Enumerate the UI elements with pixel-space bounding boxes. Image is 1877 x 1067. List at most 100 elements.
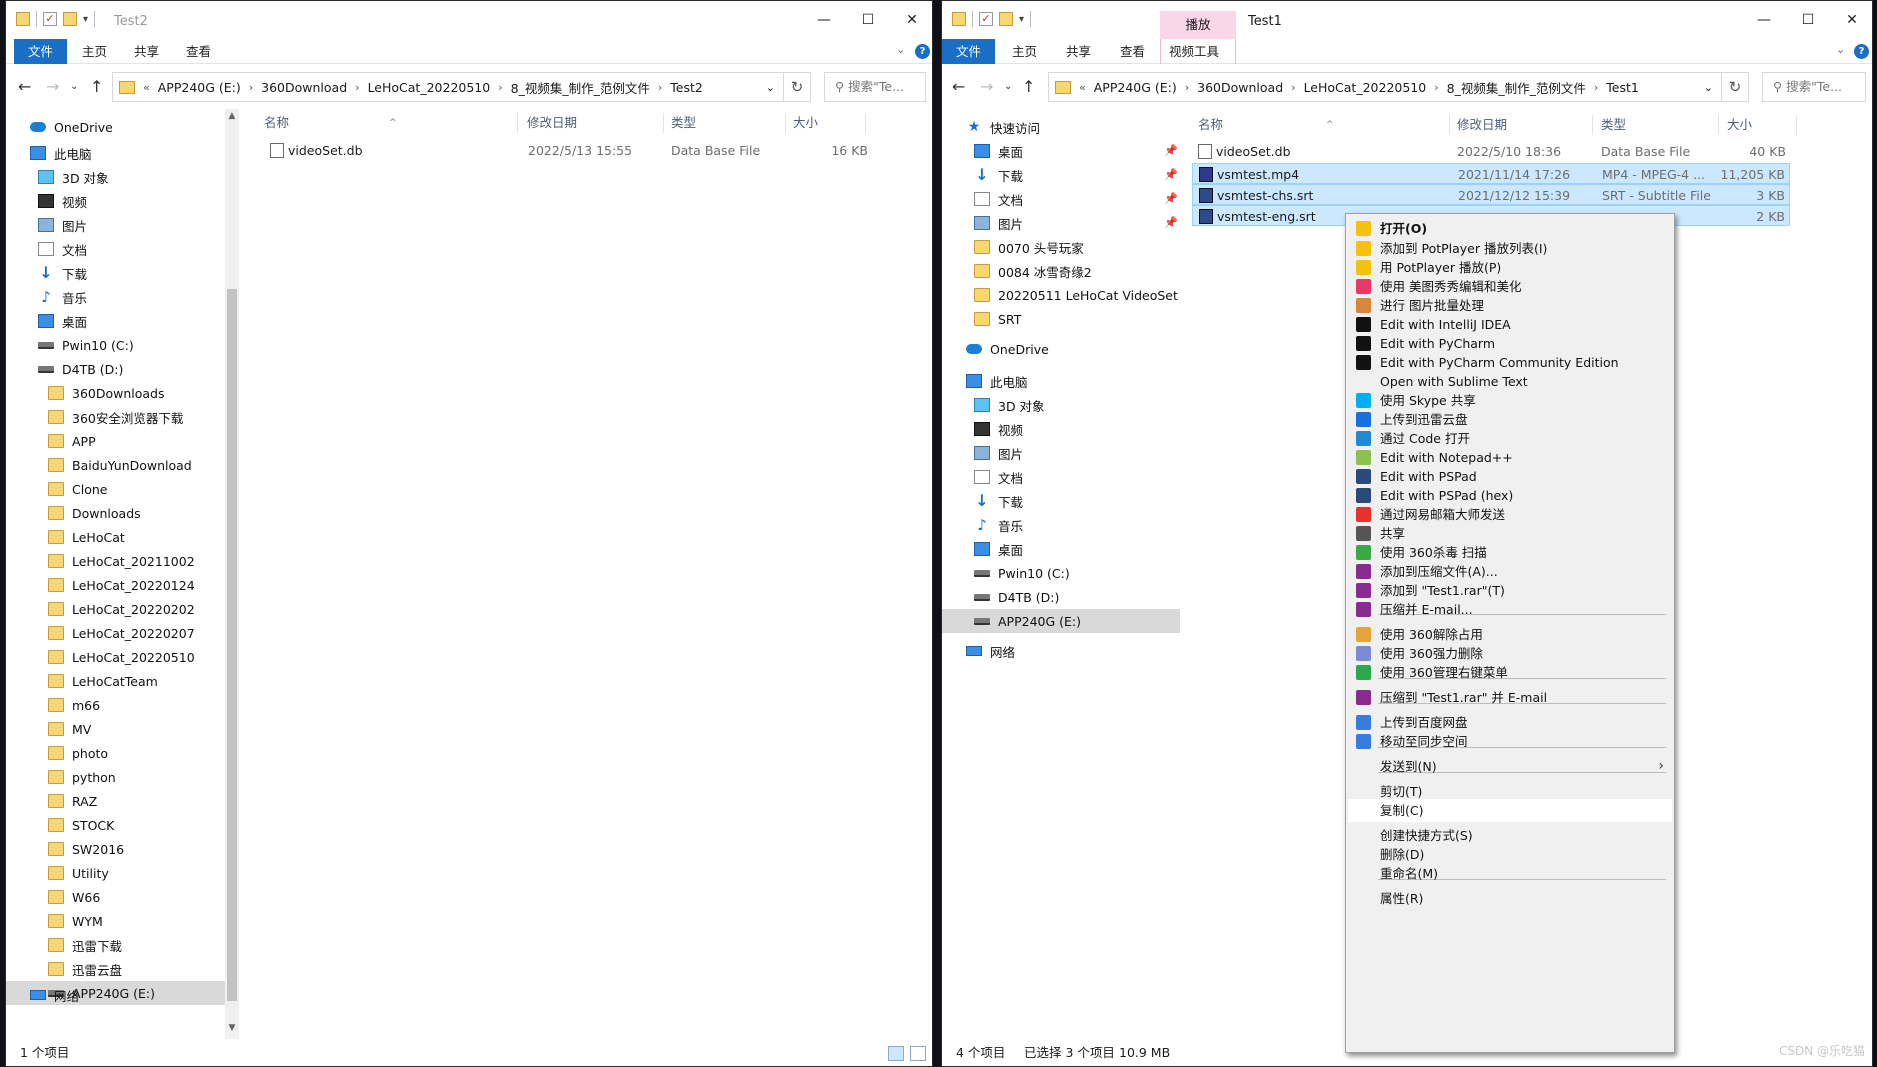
tab-share[interactable]: 共享: [1052, 39, 1105, 64]
nav-item[interactable]: LeHoCat: [6, 525, 225, 549]
nav-item[interactable]: W66: [6, 885, 225, 909]
nav-item[interactable]: 3D 对象: [6, 165, 225, 189]
nav-item[interactable]: 桌面: [942, 139, 1180, 163]
tab-video-tools[interactable]: 视频工具: [1160, 39, 1236, 64]
pin-icon[interactable]: 📌: [1164, 168, 1178, 181]
back-button[interactable]: ←: [18, 77, 31, 96]
file-row[interactable]: videoSet.db 2022/5/10 18:36 Data Base File…: [1192, 141, 1790, 162]
nav-item[interactable]: 20220511 LeHoCat VideoSet: [942, 283, 1180, 307]
nav-item[interactable]: 桌面: [6, 309, 225, 333]
properties-icon[interactable]: ✓: [979, 12, 993, 26]
nav-item[interactable]: ♪ 音乐: [942, 513, 1180, 537]
pin-icon[interactable]: 📌: [1164, 216, 1178, 229]
nav-item[interactable]: ↓ 下载: [942, 163, 1180, 187]
nav-item[interactable]: LeHoCat_20220124: [6, 573, 225, 597]
tab-view[interactable]: 查看: [1106, 39, 1159, 64]
scroll-thumb[interactable]: [227, 289, 237, 1001]
customize-toolbar-icon[interactable]: ▾: [83, 14, 88, 25]
tab-share[interactable]: 共享: [120, 39, 173, 64]
column-size[interactable]: 大小: [787, 109, 818, 137]
forward-button[interactable]: →: [46, 77, 59, 96]
context-menu-item[interactable]: 压缩并 E-mail...: [1348, 598, 1672, 621]
minimize-button[interactable]: —: [1742, 5, 1786, 35]
nav-item[interactable]: Utility: [6, 861, 225, 885]
breadcrumb-item[interactable]: LeHoCat_20220510: [1304, 80, 1427, 95]
nav-item[interactable]: BaiduYunDownload: [6, 453, 225, 477]
customize-toolbar-icon[interactable]: ▾: [1019, 14, 1024, 25]
nav-item[interactable]: 0070 头号玩家: [942, 235, 1180, 259]
breadcrumb-item[interactable]: 360Download: [261, 80, 347, 95]
maximize-button[interactable]: ☐: [1786, 5, 1830, 35]
breadcrumb-item[interactable]: LeHoCat_20220510: [368, 80, 491, 95]
close-button[interactable]: ✕: [890, 5, 932, 35]
search-input[interactable]: ⚲ 搜索"Te...: [1762, 72, 1866, 102]
address-bar[interactable]: « APP240G (E:) › 360Download › LeHoCat_202…: [1048, 72, 1722, 102]
search-input[interactable]: ⚲ 搜索"Te...: [824, 72, 926, 102]
up-button[interactable]: ↑: [90, 77, 103, 96]
tab-file[interactable]: 文件: [14, 39, 68, 64]
file-row[interactable]: videoSet.db 2022/5/13 15:55 Data Base Fi…: [258, 140, 868, 161]
context-menu-item[interactable]: 压缩到 "Test1.rar" 并 E-mail: [1348, 686, 1672, 709]
minimize-button[interactable]: —: [802, 5, 846, 35]
nav-item[interactable]: D4TB (D:): [942, 585, 1180, 609]
nav-item[interactable]: 此电脑: [6, 141, 225, 165]
context-menu-item[interactable]: 使用 360管理右键菜单: [1348, 661, 1672, 684]
file-row[interactable]: vsmtest.mp4 2021/11/14 17:26 MP4 - MPEG-4 …: [1192, 163, 1790, 184]
nav-item[interactable]: WYM: [6, 909, 225, 933]
scroll-down-arrow[interactable]: ▼: [225, 1023, 239, 1033]
column-date[interactable]: 修改日期: [521, 109, 577, 137]
recent-locations-button[interactable]: ⌄: [1004, 81, 1012, 92]
nav-item[interactable]: ★ 快速访问: [942, 115, 1180, 139]
tab-view[interactable]: 查看: [172, 39, 225, 64]
context-menu-item[interactable]: 属性(R): [1348, 887, 1672, 910]
nav-item[interactable]: 3D 对象: [942, 393, 1180, 417]
address-bar[interactable]: « APP240G (E:) › 360Download › LeHoCat_202…: [112, 72, 784, 102]
properties-icon[interactable]: ✓: [43, 12, 57, 26]
nav-item[interactable]: RAZ: [6, 789, 225, 813]
tab-file[interactable]: 文件: [942, 39, 996, 64]
nav-item[interactable]: SRT: [942, 307, 1180, 331]
nav-item[interactable]: LeHoCat_20220510: [6, 645, 225, 669]
nav-item[interactable]: Pwin10 (C:): [942, 561, 1180, 585]
nav-item[interactable]: python: [6, 765, 225, 789]
up-button[interactable]: ↑: [1022, 77, 1035, 96]
nav-item[interactable]: 360安全浏览器下载: [6, 405, 225, 429]
new-folder-icon[interactable]: [63, 12, 77, 26]
breadcrumb-item[interactable]: Test1: [1606, 80, 1639, 95]
column-date[interactable]: 修改日期: [1451, 111, 1507, 139]
nav-scrollbar[interactable]: ▲ ▼: [225, 109, 239, 1039]
nav-item[interactable]: LeHoCat_20220207: [6, 621, 225, 645]
nav-item[interactable]: APP: [6, 429, 225, 453]
context-menu-item[interactable]: 复制(C): [1348, 799, 1672, 822]
nav-item[interactable]: 桌面: [942, 537, 1180, 561]
maximize-button[interactable]: ☐: [846, 5, 890, 35]
breadcrumb-item[interactable]: 8_视频集_制作_范例文件: [511, 78, 650, 97]
recent-locations-button[interactable]: ⌄: [70, 81, 78, 92]
file-row[interactable]: vsmtest-chs.srt 2021/12/12 15:39 SRT - Sub…: [1192, 184, 1790, 205]
nav-item[interactable]: 图片: [942, 211, 1180, 235]
nav-item[interactable]: 网络: [942, 639, 1180, 663]
column-type[interactable]: 类型: [1595, 111, 1626, 139]
nav-item[interactable]: LeHoCat_20211002: [6, 549, 225, 573]
close-button[interactable]: ✕: [1830, 5, 1872, 35]
breadcrumb-item[interactable]: 360Download: [1197, 80, 1283, 95]
scroll-up-arrow[interactable]: ▲: [225, 111, 239, 121]
forward-button[interactable]: →: [980, 77, 993, 96]
help-icon[interactable]: ?: [915, 44, 930, 59]
context-menu-item[interactable]: 发送到(N) ›: [1348, 755, 1672, 778]
new-folder-icon[interactable]: [999, 12, 1013, 26]
column-name[interactable]: 名称: [1192, 111, 1223, 139]
nav-item[interactable]: APP240G (E:): [942, 609, 1180, 633]
nav-item[interactable]: 网络: [6, 983, 225, 1007]
large-icons-view-button[interactable]: [910, 1046, 926, 1061]
nav-item[interactable]: 此电脑: [942, 369, 1180, 393]
nav-item[interactable]: OneDrive: [942, 337, 1180, 361]
nav-item[interactable]: 0084 冰雪奇缘2: [942, 259, 1180, 283]
nav-item[interactable]: 迅雷云盘: [6, 957, 225, 981]
expand-ribbon-icon[interactable]: ⌄: [1836, 43, 1845, 56]
nav-item[interactable]: STOCK: [6, 813, 225, 837]
column-name[interactable]: 名称: [258, 109, 289, 137]
nav-item[interactable]: Pwin10 (C:): [6, 333, 225, 357]
column-type[interactable]: 类型: [665, 109, 696, 137]
nav-item[interactable]: 图片: [942, 441, 1180, 465]
